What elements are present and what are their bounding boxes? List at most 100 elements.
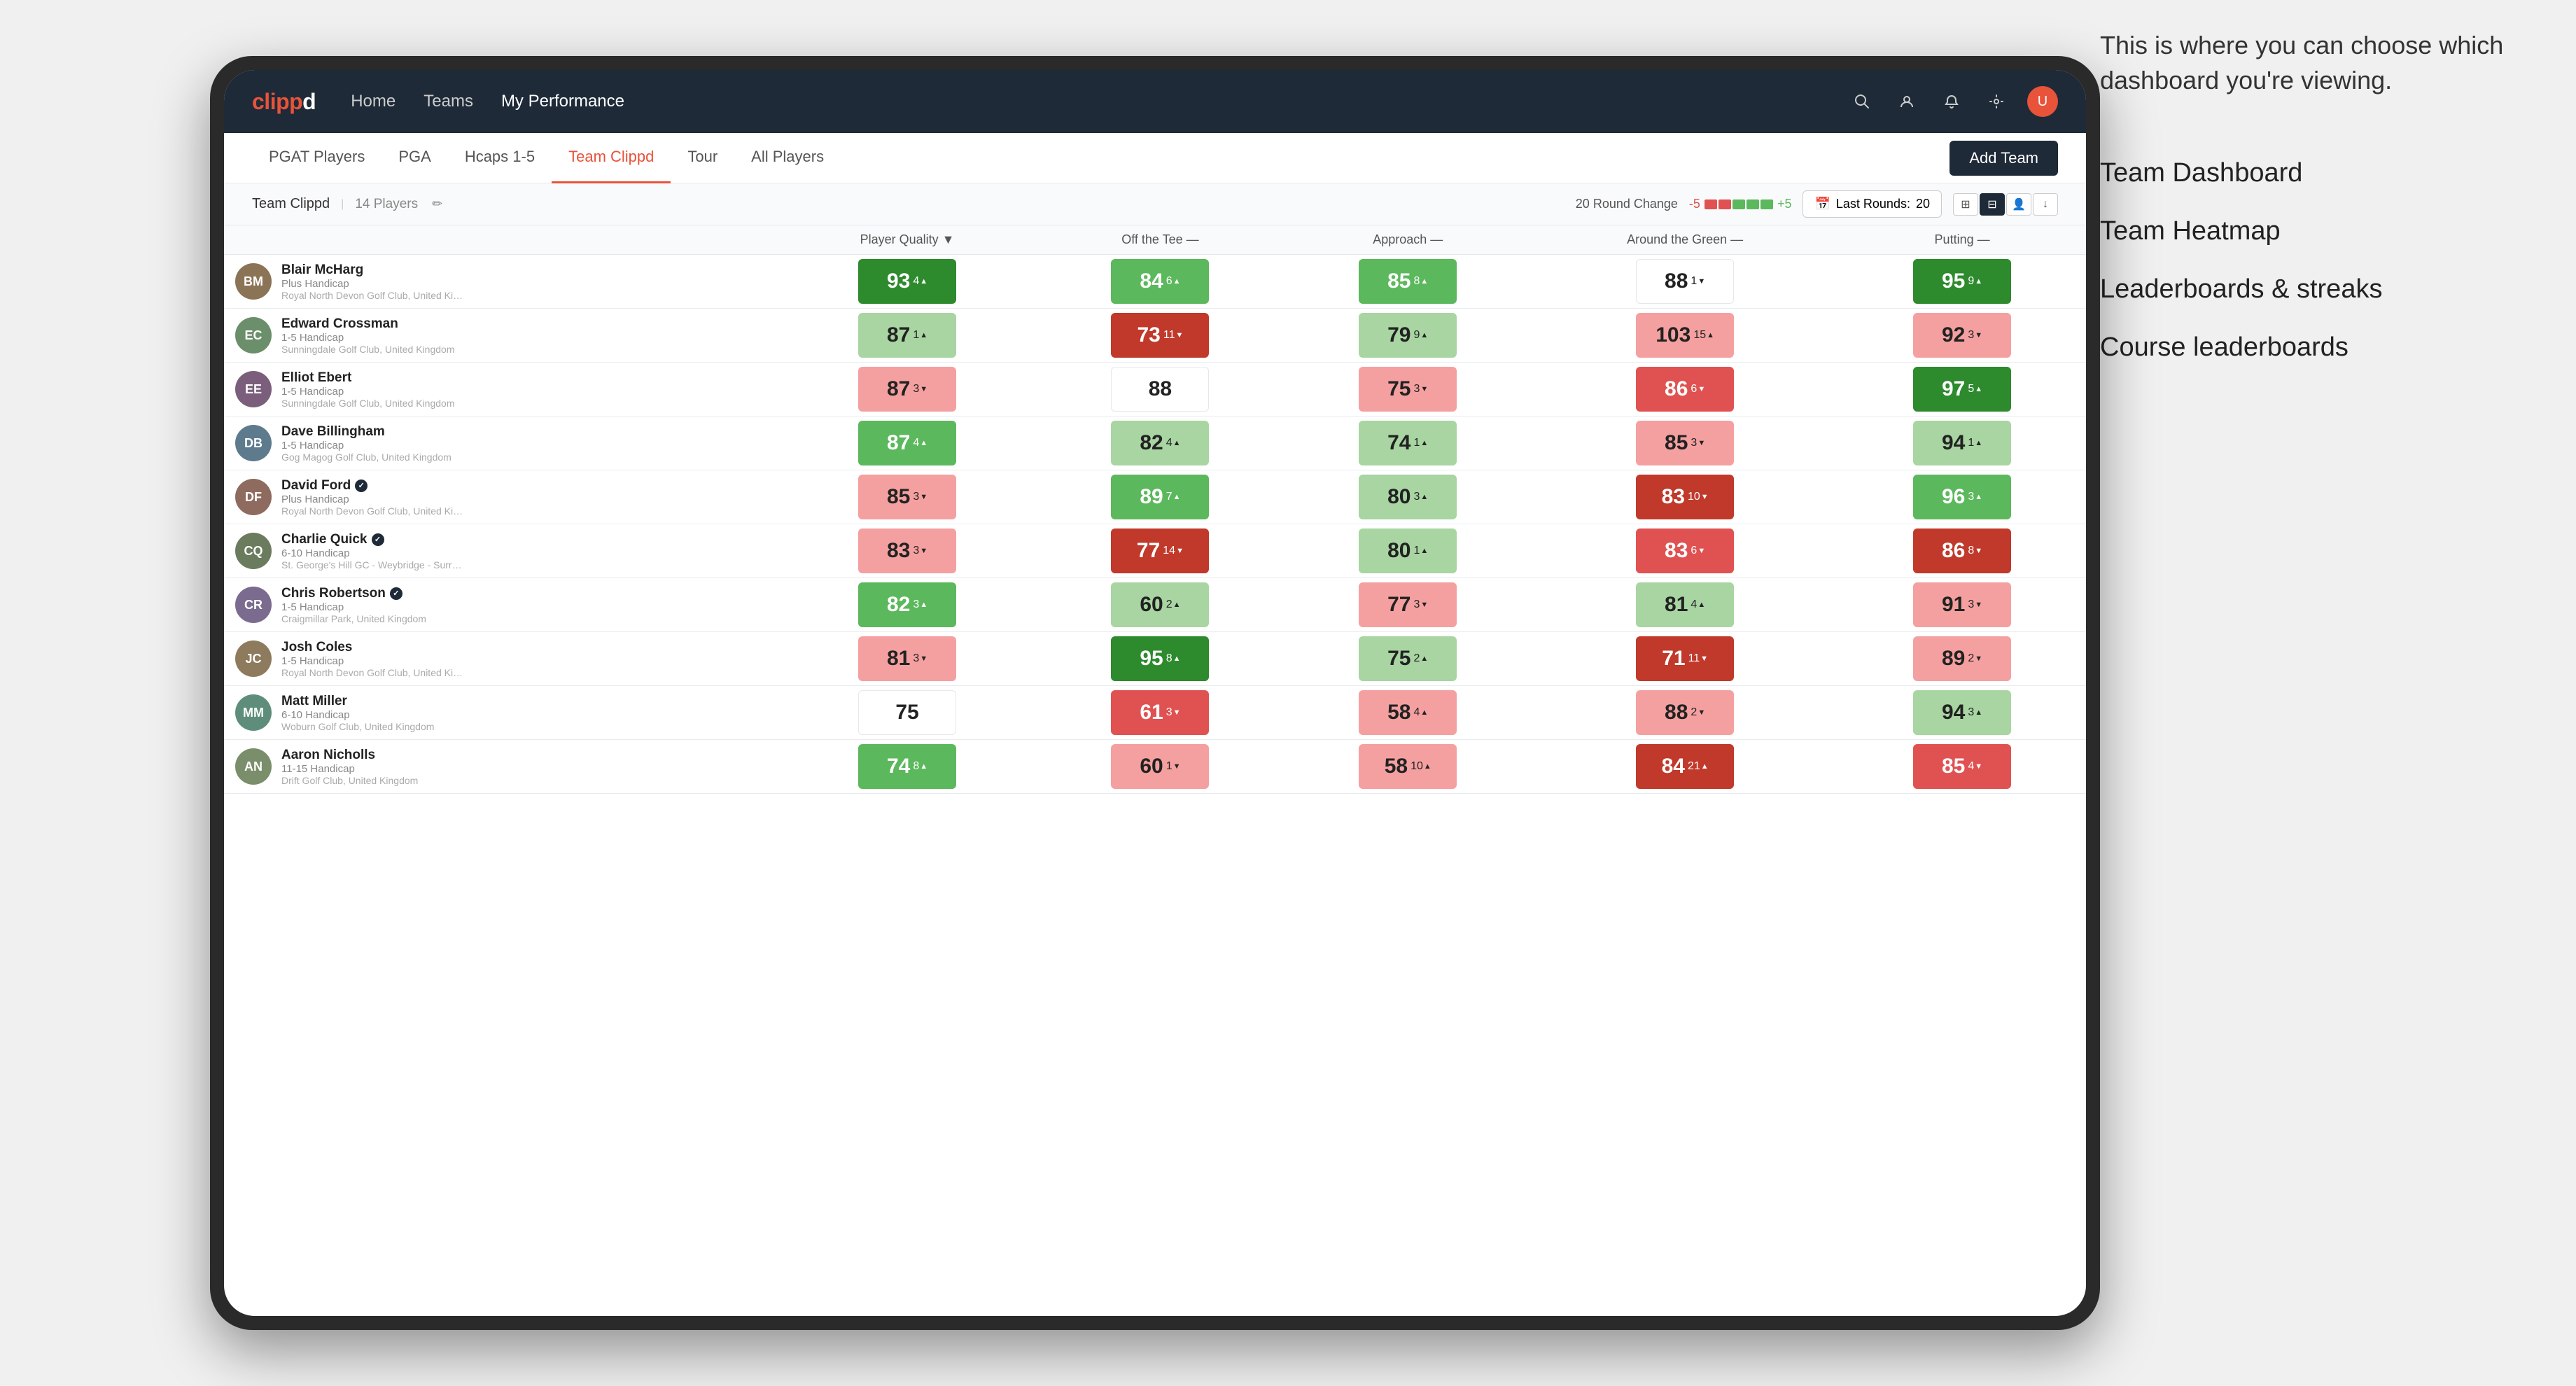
nav-link-teams[interactable]: Teams (424, 92, 473, 111)
player-club: Sunningdale Golf Club, United Kingdom (281, 344, 455, 355)
score-delta: 6▲ (1166, 275, 1181, 288)
score-box: 88 1▼ (1636, 259, 1734, 304)
player-avatar: CQ (235, 533, 272, 569)
bell-icon[interactable] (1938, 88, 1966, 115)
table-row[interactable]: EC Edward Crossman 1-5 Handicap Sunningd… (224, 309, 2086, 363)
score-box: 80 3▲ (1359, 475, 1457, 519)
score-delta: 3▲ (1968, 491, 1982, 503)
score-box: 61 3▼ (1111, 690, 1209, 735)
grid-view-toggle[interactable]: ⊞ (1953, 193, 1978, 216)
score-box: 95 9▲ (1913, 259, 2011, 304)
score-delta: 3▼ (1414, 598, 1429, 611)
player-avatar: BM (235, 263, 272, 300)
player-handicap: 11-15 Handicap (281, 763, 418, 775)
header-tee[interactable]: Off the Tee — (1037, 225, 1284, 255)
person-view-toggle[interactable]: 👤 (2006, 193, 2031, 216)
score-box: 58 10▲ (1359, 744, 1457, 789)
add-team-button[interactable]: Add Team (1949, 141, 2058, 176)
header-around[interactable]: Around the Green — (1532, 225, 1838, 255)
sub-nav-team-clippd[interactable]: Team Clippd (552, 133, 671, 183)
score-number: 61 (1140, 701, 1163, 724)
score-delta: 2▲ (1166, 598, 1181, 611)
score-number: 95 (1140, 647, 1163, 671)
sub-nav-pgat[interactable]: PGAT Players (252, 133, 382, 183)
score-cell-around: 85 3▼ (1532, 416, 1838, 470)
score-number: 77 (1387, 593, 1410, 617)
header-quality[interactable]: Player Quality ▼ (778, 225, 1037, 255)
score-cell-around: 71 11▼ (1532, 632, 1838, 686)
table-row[interactable]: CQ Charlie Quick ✓ 6-10 Handicap St. Geo… (224, 524, 2086, 578)
tablet-screen: clippd Home Teams My Performance (224, 70, 2086, 1316)
table-row[interactable]: EE Elliot Ebert 1-5 Handicap Sunningdale… (224, 363, 2086, 416)
last-rounds-button[interactable]: 📅 Last Rounds: 20 (1802, 190, 1942, 218)
score-number: 74 (1387, 431, 1410, 455)
score-box: 74 1▲ (1359, 421, 1457, 465)
score-cell-putting: 86 8▼ (1838, 524, 2086, 578)
score-cell-approach: 58 10▲ (1284, 740, 1532, 794)
table-row[interactable]: MM Matt Miller 6-10 Handicap Woburn Golf… (224, 686, 2086, 740)
score-box: 88 (1111, 367, 1209, 412)
player-club: Woburn Golf Club, United Kingdom (281, 721, 434, 732)
sub-nav-hcaps[interactable]: Hcaps 1-5 (448, 133, 552, 183)
player-cell: AN Aaron Nicholls 11-15 Handicap Drift G… (224, 740, 778, 794)
score-number: 71 (1662, 647, 1685, 671)
player-name: Blair McHarg (281, 262, 463, 278)
sub-nav-tour[interactable]: Tour (671, 133, 734, 183)
score-delta: 3▼ (1690, 437, 1705, 449)
table-row[interactable]: BM Blair McHarg Plus Handicap Royal Nort… (224, 255, 2086, 309)
table-row[interactable]: CR Chris Robertson ✓ 1-5 Handicap Craigm… (224, 578, 2086, 632)
score-box: 82 3▲ (858, 582, 956, 627)
score-box: 88 2▼ (1636, 690, 1734, 735)
score-box: 77 14▼ (1111, 528, 1209, 573)
sub-nav-pga[interactable]: PGA (382, 133, 447, 183)
header-approach[interactable]: Approach — (1284, 225, 1532, 255)
score-delta: 10▼ (1688, 491, 1709, 503)
score-cell-putting: 89 2▼ (1838, 632, 2086, 686)
player-name: Chris Robertson ✓ (281, 586, 426, 601)
score-number: 87 (887, 377, 910, 401)
score-number: 89 (1140, 485, 1163, 509)
score-box: 79 9▲ (1359, 313, 1457, 358)
score-cell-quality: 81 3▼ (778, 632, 1037, 686)
table-row[interactable]: AN Aaron Nicholls 11-15 Handicap Drift G… (224, 740, 2086, 794)
score-box: 94 3▲ (1913, 690, 2011, 735)
table-row[interactable]: DF David Ford ✓ Plus Handicap Royal Nort… (224, 470, 2086, 524)
score-cell-approach: 75 3▼ (1284, 363, 1532, 416)
player-avatar: MM (235, 694, 272, 731)
score-delta: 14▼ (1163, 545, 1184, 557)
nav-link-home[interactable]: Home (351, 92, 396, 111)
player-name: Josh Coles (281, 640, 463, 655)
download-toggle[interactable]: ↓ (2033, 193, 2058, 216)
header-putting[interactable]: Putting — (1838, 225, 2086, 255)
main-content: Player Quality ▼ Off the Tee — Approach … (224, 225, 2086, 1316)
score-number: 94 (1942, 431, 1965, 455)
search-icon[interactable] (1848, 88, 1876, 115)
score-box: 87 3▼ (858, 367, 956, 412)
nav-link-myperformance[interactable]: My Performance (501, 92, 624, 111)
sub-nav-all-players[interactable]: All Players (734, 133, 841, 183)
score-number: 73 (1138, 323, 1161, 347)
player-handicap: 6-10 Handicap (281, 709, 434, 721)
edit-icon[interactable]: ✏ (432, 197, 442, 211)
score-delta: 3▲ (913, 598, 927, 611)
annotation-item-2: Team Heatmap (2100, 213, 2520, 250)
score-delta: 8▲ (1166, 652, 1181, 665)
player-details: Elliot Ebert 1-5 Handicap Sunningdale Go… (281, 370, 455, 409)
score-box: 85 4▼ (1913, 744, 2011, 789)
table-view-toggle[interactable]: ⊟ (1980, 193, 2005, 216)
last-rounds-value: 20 (1916, 197, 1930, 211)
player-details: Chris Robertson ✓ 1-5 Handicap Craigmill… (281, 586, 426, 624)
score-delta: 3▲ (1968, 706, 1982, 719)
profile-icon[interactable] (1893, 88, 1921, 115)
table-body: BM Blair McHarg Plus Handicap Royal Nort… (224, 255, 2086, 794)
score-number: 60 (1140, 593, 1163, 617)
table-row[interactable]: DB Dave Billingham 1-5 Handicap Gog Mago… (224, 416, 2086, 470)
table-row[interactable]: JC Josh Coles 1-5 Handicap Royal North D… (224, 632, 2086, 686)
user-avatar[interactable]: U (2027, 86, 2058, 117)
score-delta: 3▼ (1414, 383, 1429, 396)
score-cell-around: 88 2▼ (1532, 686, 1838, 740)
green-bar (1732, 200, 1745, 209)
settings-icon[interactable] (1982, 88, 2010, 115)
player-details: Charlie Quick ✓ 6-10 Handicap St. George… (281, 532, 463, 570)
team-bar-right: 20 Round Change -5 +5 📅 Last Rounds: (1576, 190, 2058, 218)
